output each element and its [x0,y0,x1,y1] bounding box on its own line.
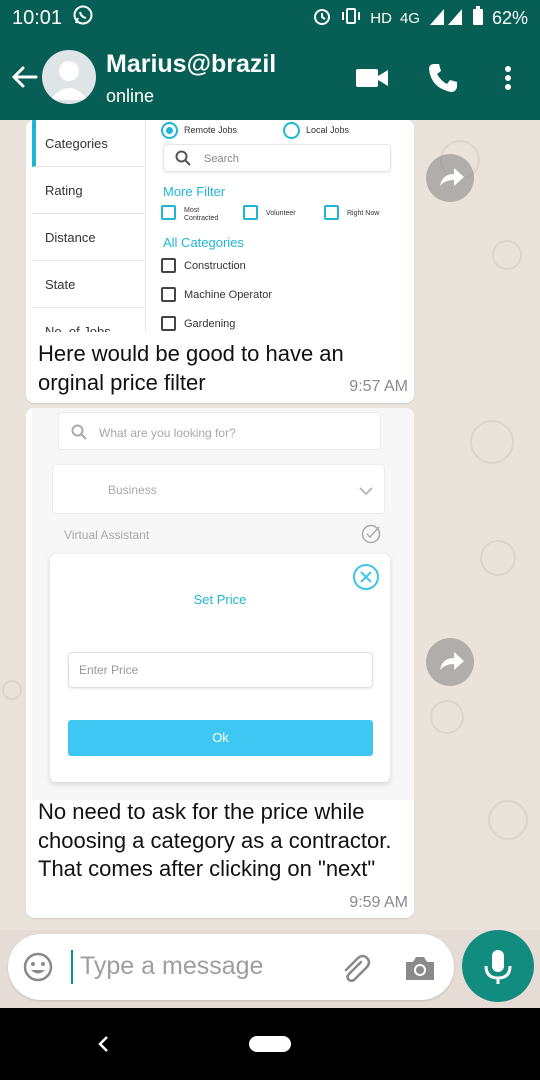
message-bubble[interactable]: Categories Rating Distance State No. of … [26,120,414,403]
chat-area[interactable]: Categories Rating Distance State No. of … [0,120,540,930]
back-arrow-icon[interactable] [8,60,42,94]
sidebar-item-distance: Distance [32,214,146,261]
attach-icon[interactable] [336,950,372,986]
background-doodle [470,420,514,464]
modal-title: Set Price [193,592,247,607]
close-icon [353,564,379,590]
filter-search-placeholder: Search [204,153,239,165]
background-doodle [492,240,522,270]
battery-percent: 62% [491,7,528,28]
message-caption: Here would be good to have an orginal pr… [38,341,344,395]
text-caret [71,950,73,984]
camera-icon[interactable] [402,950,438,986]
check-circle-icon [360,523,382,550]
checkbox [161,258,176,273]
system-nav-bar [0,1008,540,1080]
local-jobs-radio [283,122,300,139]
contact-name[interactable]: Marius@brazil [106,50,276,79]
signal-icon [428,7,464,29]
message-time: 9:59 AM [349,894,408,911]
category-machine-operator: Machine Operator [184,289,273,301]
app-search-placeholder: What are you looking for? [99,426,236,440]
category-construction: Construction [184,260,246,272]
remote-jobs-label: Remote Jobs [184,125,238,135]
forward-icon[interactable] [426,638,474,686]
filter-search-box: Search [163,144,391,172]
price-input: Enter Price [68,652,373,688]
battery-icon [472,6,484,30]
message-time: 9:57 AM [349,378,408,395]
checkbox [161,316,176,331]
checkbox [324,205,339,220]
sidebar-item-no-of-jobs: No. of Jobs [32,308,146,332]
category-gardening: Gardening [184,318,236,330]
chat-header: Marius@brazil online [0,36,540,120]
sidebar-item-state: State [32,261,146,308]
more-filter-volunteer: Volunteer [266,210,296,217]
message-input-bar: Type a message [8,934,454,1000]
mic-icon[interactable] [462,930,534,1002]
search-icon [175,150,191,171]
sidebar-item-rating: Rating [32,167,146,214]
more-filter-most-contracted: Most Contracted [184,207,219,222]
nav-home-button[interactable] [249,1036,291,1052]
whatsapp-icon [72,4,94,32]
remote-jobs-radio [161,122,178,139]
message-input[interactable]: Type a message [80,952,263,981]
chevron-down-icon [359,483,373,501]
checkbox [161,287,176,302]
message-bubble[interactable]: What are you looking for? Business Virtu… [26,408,414,918]
network-label: HD [370,9,392,27]
forward-icon[interactable] [426,154,474,202]
contact-status: online [106,86,155,106]
background-doodle [2,680,22,700]
background-doodle [488,800,528,840]
video-call-icon[interactable] [354,60,390,96]
background-doodle [480,540,516,576]
local-jobs-label: Local Jobs [306,125,350,135]
all-categories-title: All Categories [163,235,244,250]
status-time: 10:01 [12,6,63,29]
search-icon [71,424,87,445]
phone-icon[interactable] [425,60,461,96]
background-doodle [430,700,464,734]
avatar[interactable] [42,50,96,104]
subcategory-label: Virtual Assistant [64,528,150,542]
category-selected: Business [108,483,157,497]
more-vert-icon[interactable] [490,60,526,96]
category-dropdown: Business [52,464,385,514]
vibrate-icon [340,6,362,30]
filter-sidebar: Categories Rating Distance State No. of … [32,120,146,332]
message-image[interactable]: What are you looking for? Business Virtu… [32,408,414,800]
more-filter-title: More Filter [163,184,226,199]
status-bar: 10:01 HD 4G 62% [0,0,540,36]
message-image[interactable]: Categories Rating Distance State No. of … [32,120,414,332]
alarm-icon [312,6,332,30]
network-type-label: 4G [399,9,420,27]
checkbox [161,205,176,220]
more-filter-right-now: Right Now [347,210,380,217]
nav-back-icon[interactable] [92,1032,116,1056]
sidebar-item-categories: Categories [32,120,146,167]
checkbox [243,205,258,220]
app-search-box: What are you looking for? [58,412,381,450]
emoji-icon[interactable] [22,951,54,983]
message-caption: No need to ask for the price while choos… [38,799,392,881]
set-price-modal: Set Price Enter Price Ok [50,554,390,782]
ok-button: Ok [68,720,373,756]
